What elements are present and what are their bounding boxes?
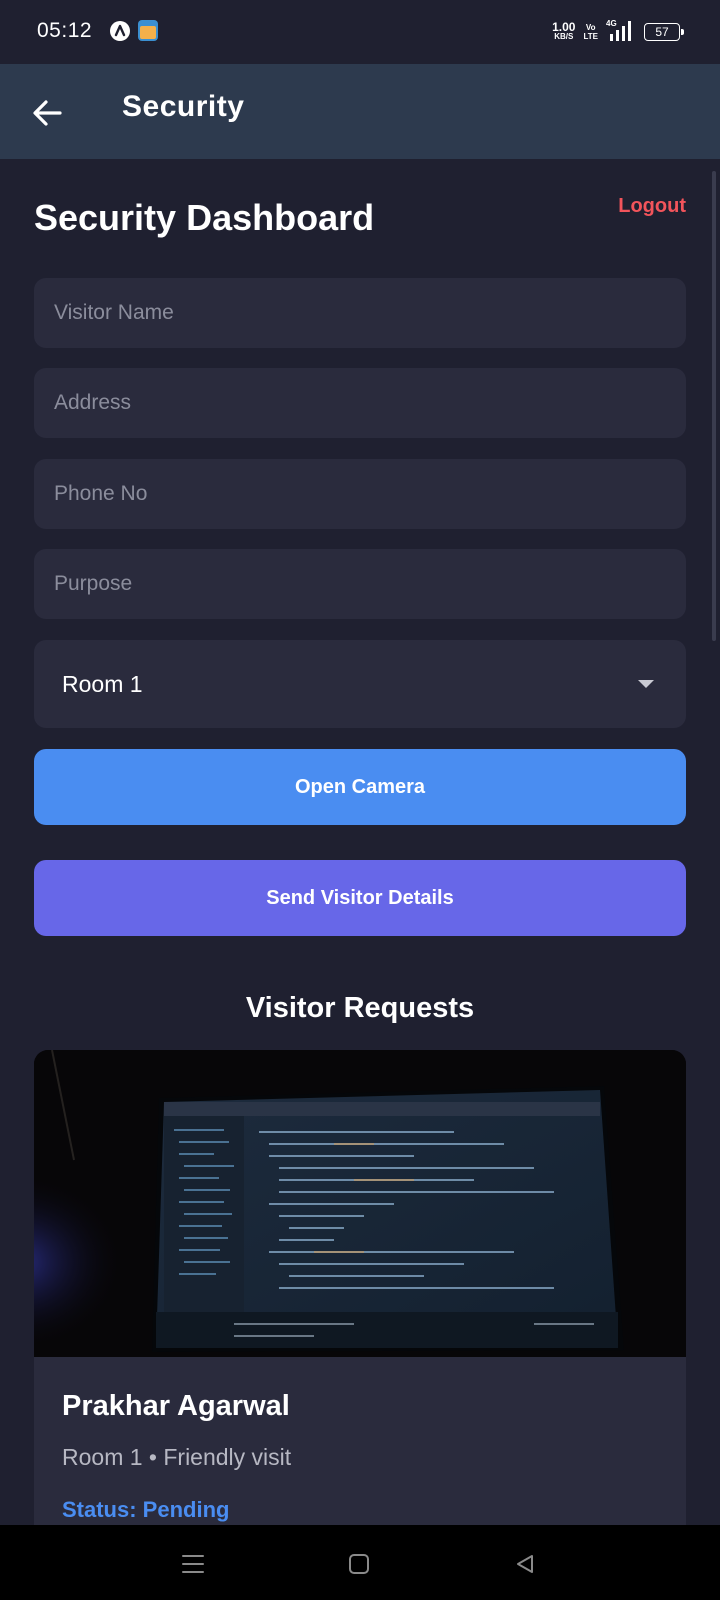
status-time: 05:12 (37, 19, 93, 42)
send-visitor-details-button[interactable]: Send Visitor Details (34, 860, 686, 936)
network-speed: 1.00 KB/S (552, 20, 576, 42)
visitor-requests-title: Visitor Requests (245, 992, 475, 1024)
open-camera-button[interactable]: Open Camera (34, 749, 686, 825)
arrow-left-icon (33, 100, 62, 126)
battery-level: 57 (655, 25, 669, 39)
visitor-meta: Room 1 • Friendly visit (62, 1444, 292, 1470)
address-field[interactable] (34, 368, 686, 438)
network-speed-unit: KB/S (554, 32, 574, 41)
status-bar: 05:12 1.00 KB/S Vo LTE 4G 57 (0, 0, 720, 64)
back-button[interactable] (22, 88, 72, 138)
visitor-name: Prakhar Agarwal (62, 1390, 290, 1422)
network-tag: 4G (606, 19, 617, 28)
page-title: Security Dashboard (34, 197, 375, 238)
volte-top: Vo (585, 23, 596, 32)
caret-down-icon (638, 680, 654, 688)
visitor-name-input[interactable] (34, 278, 686, 348)
recents-button[interactable] (176, 1547, 210, 1581)
visitor-photo (34, 1050, 686, 1357)
main-content[interactable]: Security Dashboard Logout Room 1 Open Ca… (0, 159, 720, 1525)
scrollbar[interactable] (712, 171, 716, 641)
menu-icon (182, 1555, 204, 1573)
visitor-name-field[interactable] (34, 278, 686, 348)
battery-icon: 57 (644, 23, 684, 41)
back-triangle-icon (517, 1555, 533, 1573)
purpose-input[interactable] (34, 549, 686, 619)
visitor-status: Status: Pending (62, 1497, 230, 1522)
purpose-field[interactable] (34, 549, 686, 619)
phone-field[interactable] (34, 459, 686, 529)
back-nav-button[interactable] (508, 1547, 542, 1581)
status-indicators: 1.00 KB/S Vo LTE 4G 57 (552, 18, 684, 46)
app-bar: Security (0, 64, 720, 159)
system-nav-bar (0, 1525, 720, 1600)
shopping-bag-icon (138, 20, 158, 41)
logout-link[interactable]: Logout (618, 195, 686, 218)
network-speed-value: 1.00 (552, 20, 576, 34)
phone-input[interactable] (34, 459, 686, 529)
home-square-icon (349, 1554, 369, 1574)
room-select[interactable]: Room 1 (34, 640, 686, 728)
volte-indicator: Vo LTE (583, 23, 598, 41)
room-select-value: Room 1 (62, 671, 143, 697)
app-bar-title: Security (122, 90, 245, 123)
signal-icon: 4G (606, 19, 636, 43)
volte-bottom: LTE (583, 32, 598, 41)
address-input[interactable] (34, 368, 686, 438)
visitor-request-card[interactable]: Prakhar Agarwal Room 1 • Friendly visit … (34, 1050, 686, 1525)
home-button[interactable] (342, 1547, 376, 1581)
app-a-icon (110, 21, 130, 41)
